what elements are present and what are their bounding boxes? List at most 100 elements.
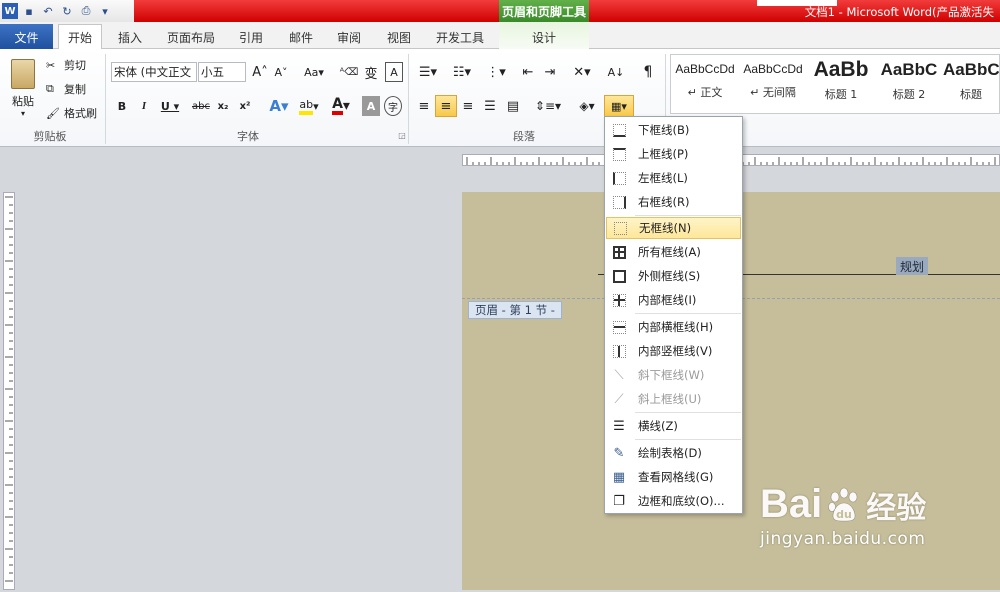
font-size-combo[interactable]: 小五 <box>198 62 246 82</box>
show-marks-icon[interactable]: ¶ <box>640 62 656 82</box>
paragraph-group-label: 段落 <box>513 130 535 143</box>
svg-text:du: du <box>836 508 852 521</box>
font-name-combo[interactable]: 宋体 (中文正文 <box>111 62 197 82</box>
menu-item-borders-shading[interactable]: ❐ 边框和底纹(O)... <box>606 490 741 512</box>
tab-file[interactable]: 文件 <box>0 24 53 50</box>
menu-item-view-gridlines[interactable]: ▦ 查看网格线(G) <box>606 466 741 488</box>
watermark-cn-text: 经验 <box>866 490 927 526</box>
menu-item-all-borders[interactable]: 所有框线(A) <box>606 241 741 263</box>
justify-icon[interactable]: ☰ <box>480 96 500 116</box>
borders-shading-icon: ❐ <box>613 493 625 509</box>
tab-references[interactable]: 引用 <box>230 26 272 48</box>
decrease-indent-icon[interactable]: ⇤ <box>518 62 538 82</box>
style-name: 标题 1 <box>824 88 858 101</box>
no-border-icon <box>613 221 627 235</box>
chinese-layout-icon[interactable]: ✕▾ <box>568 62 596 82</box>
tab-design[interactable]: 设计 <box>522 26 566 48</box>
increase-indent-icon[interactable]: ⇥ <box>540 62 560 82</box>
strikethrough-icon[interactable]: abc <box>190 96 212 116</box>
menu-item-horizontal-line[interactable]: ☰ 横线(Z) <box>606 415 741 437</box>
style-heading-1[interactable]: AaBb 标题 1 <box>807 56 875 110</box>
style-heading-2[interactable]: AaBbC 标题 2 <box>875 56 943 110</box>
sort-icon[interactable]: A↓ <box>606 62 626 82</box>
style-normal[interactable]: AaBbCcDd ↵ 正文 <box>671 56 739 110</box>
inside-borders-icon <box>612 293 626 307</box>
line-spacing-icon[interactable]: ⇕≡▾ <box>534 96 562 116</box>
menu-item-right-border[interactable]: 右框线(R) <box>606 191 741 213</box>
bold-icon[interactable]: B <box>113 96 131 116</box>
highlight-icon[interactable]: ab ▾ <box>296 96 322 116</box>
menu-item-label: 斜下框线(W) <box>638 368 705 382</box>
font-dialog-launcher-icon[interactable]: ◲ <box>397 130 407 140</box>
menu-item-inside-horizontal[interactable]: 内部横框线(H) <box>606 316 741 338</box>
style-title[interactable]: AaBbC 标题 <box>943 56 999 110</box>
redo-icon[interactable]: ↻ <box>59 3 75 19</box>
style-sample: AaBbC <box>880 60 938 79</box>
underline-icon[interactable]: U ▾ <box>157 96 183 116</box>
bullets-icon[interactable]: ☰▾ <box>414 62 442 82</box>
align-center-icon[interactable]: ≡ <box>435 95 457 117</box>
copy-button[interactable]: ⧉ 复制 <box>46 80 86 98</box>
char-border-icon[interactable]: A <box>385 62 403 82</box>
menu-item-inside-vertical[interactable]: 内部竖框线(V) <box>606 340 741 362</box>
paste-button[interactable]: 粘贴 ▾ <box>6 54 40 122</box>
customize-icon[interactable]: ▾ <box>97 3 113 19</box>
tab-review[interactable]: 审阅 <box>328 26 370 48</box>
shading-icon[interactable]: ◈▾ <box>574 96 600 116</box>
menu-item-label: 外侧框线(S) <box>638 269 701 283</box>
tab-developer[interactable]: 开发工具 <box>428 26 492 48</box>
change-case-icon[interactable]: Aa▾ <box>302 62 326 82</box>
brush-icon: 🖌 <box>46 106 60 120</box>
text-effects-icon[interactable]: A▾ <box>266 96 292 116</box>
style-no-spacing[interactable]: AaBbCcDd ↵ 无间隔 <box>739 56 807 110</box>
menu-item-label: 右框线(R) <box>638 195 690 209</box>
menu-item-top-border[interactable]: 上框线(P) <box>606 143 741 165</box>
align-left-icon[interactable]: ≡ <box>414 96 434 116</box>
all-borders-icon <box>612 245 626 259</box>
tab-mailings[interactable]: 邮件 <box>280 26 322 48</box>
align-right-icon[interactable]: ≡ <box>458 96 478 116</box>
word-icon[interactable]: W <box>2 3 18 19</box>
menu-item-inside-borders[interactable]: 内部框线(I) <box>606 289 741 311</box>
grow-font-icon[interactable]: A˄ <box>251 62 269 82</box>
menu-item-draw-table[interactable]: ✎ 绘制表格(D) <box>606 442 741 464</box>
header-text[interactable]: 规划 <box>896 257 929 275</box>
numbering-icon[interactable]: ☷▾ <box>448 62 476 82</box>
menu-separator <box>635 215 741 216</box>
superscript-icon[interactable]: x² <box>236 96 254 116</box>
menu-item-label: 无框线(N) <box>639 221 692 235</box>
char-shading-icon[interactable]: A <box>362 96 380 116</box>
menu-item-label: 下框线(B) <box>638 123 690 137</box>
format-painter-button[interactable]: 🖌 格式刷 <box>46 104 97 122</box>
menu-item-diagonal-up[interactable]: ⟋ 斜上框线(U) <box>606 388 741 410</box>
menu-item-label: 斜上框线(U) <box>638 392 702 406</box>
vertical-ruler[interactable] <box>3 192 15 590</box>
style-sample: AaBbCcDd <box>743 62 803 76</box>
save-icon[interactable]: ▪ <box>21 3 37 19</box>
header-section-tag: 页眉 - 第 1 节 - <box>468 301 562 319</box>
shrink-font-icon[interactable]: A˅ <box>272 62 290 82</box>
phonetic-guide-icon[interactable]: 变 <box>362 62 380 82</box>
undo-icon[interactable]: ↶ <box>40 3 56 19</box>
menu-item-left-border[interactable]: 左框线(L) <box>606 167 741 189</box>
divider <box>105 54 106 144</box>
right-border-icon <box>612 195 626 209</box>
cut-button[interactable]: ✂ 剪切 <box>46 56 86 74</box>
tab-page-layout[interactable]: 页面布局 <box>160 26 222 48</box>
border-dropdown-button[interactable]: ▦▾ <box>604 95 634 117</box>
tab-insert[interactable]: 插入 <box>108 26 152 48</box>
font-color-icon[interactable]: A ▾ <box>328 96 354 116</box>
menu-item-diagonal-down[interactable]: ⟍ 斜下框线(W) <box>606 364 741 386</box>
menu-item-no-border[interactable]: 无框线(N) <box>606 217 741 239</box>
distributed-icon[interactable]: ▤ <box>503 96 523 116</box>
menu-item-outside-borders[interactable]: 外侧框线(S) <box>606 265 741 287</box>
italic-icon[interactable]: I <box>135 96 153 116</box>
clear-format-icon[interactable]: ᴬ⌫ <box>340 62 358 82</box>
multilevel-list-icon[interactable]: ⋮▾ <box>482 62 510 82</box>
subscript-icon[interactable]: x₂ <box>214 96 232 116</box>
enclose-char-icon[interactable]: 字 <box>384 96 402 116</box>
tab-home[interactable]: 开始 <box>58 24 102 50</box>
menu-item-bottom-border[interactable]: 下框线(B) <box>606 119 741 141</box>
tab-view[interactable]: 视图 <box>378 26 420 48</box>
print-preview-icon[interactable]: ⎙ <box>78 3 94 19</box>
